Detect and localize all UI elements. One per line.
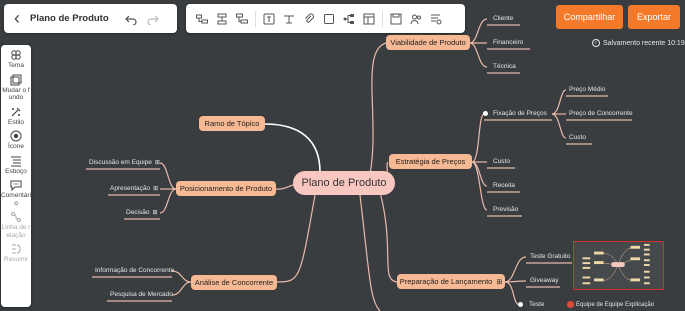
note-icon: ⊞ xyxy=(153,186,159,192)
sidebar-item-style[interactable]: Estilo xyxy=(1,106,31,127)
badge-icon xyxy=(567,301,574,308)
save-status-text: Salvamento recente 10:19 xyxy=(603,39,685,47)
sibling-icon[interactable] xyxy=(212,4,232,33)
sidebar-item-outline[interactable]: Esboço xyxy=(1,155,31,176)
save-status: ✓ Salvamento recente 10:19 xyxy=(592,39,685,47)
leaf-teste-gratuito[interactable]: Teste Gratuito xyxy=(530,253,570,260)
bullet-icon xyxy=(483,110,488,116)
leaf-label: Apresentação xyxy=(110,185,151,192)
topic-posicionamento[interactable]: Posicionamento de Produto xyxy=(176,181,276,196)
share-button[interactable]: Compartilhar xyxy=(556,5,623,29)
leaf-label: Fixação de Preços xyxy=(493,110,547,117)
toolbar-divider xyxy=(255,10,256,27)
overlap-label: Equipe de Equipe Explicação xyxy=(567,301,654,308)
leaf-apresentacao[interactable]: Apresentação ⊞ xyxy=(110,185,158,192)
leaf-teste[interactable]: Teste xyxy=(518,301,545,308)
leaf-informacao-concorrente[interactable]: Informação de Concorrente xyxy=(95,267,174,274)
formula-icon[interactable] xyxy=(259,4,279,33)
topic-viabilidade[interactable]: Viabilidade de Produto xyxy=(386,35,470,50)
minimap[interactable] xyxy=(573,241,664,290)
sidebar-item-icon[interactable]: Ícone xyxy=(1,130,31,151)
leaf-fixacao[interactable]: Fixação de Preços xyxy=(483,110,547,117)
export-button[interactable]: Exportar xyxy=(628,5,680,29)
sidebar-item-label: Estilo xyxy=(8,118,24,126)
sidebar-item-label: Comentário xyxy=(1,192,31,207)
sidebar-item-summarize[interactable]: Resumir xyxy=(1,243,31,264)
leaf-label: Teste xyxy=(529,301,545,308)
leaf-receita[interactable]: Receita xyxy=(493,182,515,189)
sidebar-item-relation-line[interactable]: Linha de relação xyxy=(1,211,31,239)
relation-line-icon xyxy=(11,212,21,222)
topic-ramo[interactable]: Ramo de Tópico xyxy=(199,116,265,131)
icon-icon xyxy=(10,130,22,142)
topic-preparacao[interactable]: Preparação de Lançamento ⊞ xyxy=(397,274,505,289)
leaf-decisao[interactable]: Decisão ⊞ xyxy=(126,209,158,216)
sidebar-item-background[interactable]: Mudar o fundo xyxy=(1,74,31,102)
document-title[interactable]: Plano de Produto xyxy=(30,13,120,24)
redo-icon[interactable] xyxy=(142,4,164,33)
sidebar-item-label: Resumir xyxy=(3,256,29,263)
central-topic[interactable]: Plano de Produto xyxy=(293,171,395,195)
leaf-previsao[interactable]: Previsão xyxy=(493,206,518,213)
sidebar-item-comment[interactable]: Comentário xyxy=(1,179,31,207)
toolbar xyxy=(186,4,465,33)
collaborate-icon[interactable] xyxy=(406,4,426,33)
note-icon: ⊞ xyxy=(496,278,503,286)
leaf-giveaway[interactable]: Giveaway xyxy=(530,277,559,284)
floating-topic-icon[interactable] xyxy=(232,4,252,33)
sidebar-item-theme[interactable]: Tema xyxy=(1,49,31,70)
sidebar-item-label: Esboço xyxy=(5,167,27,175)
sidebar-item-label: Tema xyxy=(8,62,24,69)
back-icon[interactable]: ‹ xyxy=(4,4,30,33)
outline-icon xyxy=(11,156,21,166)
leaf-discussao[interactable]: Discussão em Equipe ⊞ xyxy=(89,159,160,166)
leaf-label: Decisão xyxy=(126,209,150,216)
bullet-icon xyxy=(518,301,523,307)
leaf-custo[interactable]: Custo xyxy=(493,158,510,165)
save-icon[interactable] xyxy=(386,4,406,33)
note-icon: ⊞ xyxy=(154,160,160,166)
undo-icon[interactable] xyxy=(120,4,142,33)
leaf-pesquisa-mercado[interactable]: Pesquisa de Mercado xyxy=(110,291,173,298)
leaf-preco-concorrente[interactable]: Preço de Concorrente xyxy=(569,110,633,117)
sidebar-item-label: Ícone xyxy=(8,143,24,150)
sidebar-item-label: Mudar o fundo xyxy=(2,86,30,102)
leaf-preco-medio[interactable]: Preço Médio xyxy=(569,86,606,93)
summarize-icon xyxy=(12,244,21,254)
toolbar-divider xyxy=(382,10,383,27)
topic-analise[interactable]: Análise de Concorrente xyxy=(191,275,277,290)
comment-icon xyxy=(10,180,22,191)
topic-estrategia[interactable]: Estratégia de Preços xyxy=(389,154,472,169)
summary-icon[interactable] xyxy=(359,4,379,33)
sidebar: Tema Mudar o fundo Estilo Ícone Esboço C… xyxy=(1,45,31,307)
relationship-icon[interactable] xyxy=(279,4,299,33)
sidebar-item-label: Linha de relação xyxy=(1,224,31,239)
leaf-cliente[interactable]: Cliente xyxy=(493,15,513,22)
leaf-tecnica[interactable]: Técnica xyxy=(493,63,516,70)
check-icon: ✓ xyxy=(592,39,600,47)
title-bar: ‹ Plano de Produto xyxy=(4,4,177,33)
note-icon: ⊞ xyxy=(152,210,158,216)
attachment-icon[interactable] xyxy=(299,4,319,33)
background-icon xyxy=(10,74,22,85)
leaf-financeiro[interactable]: Financeiro xyxy=(493,39,523,46)
minimap-preview xyxy=(582,243,650,285)
style-icon xyxy=(11,107,21,116)
topic-label: Preparação de Lançamento xyxy=(399,277,493,286)
structure-icon[interactable] xyxy=(339,4,359,33)
boundary-icon[interactable] xyxy=(319,4,339,33)
overlap-label-text: Equipe de Equipe Explicação xyxy=(576,302,655,309)
subtopic-icon[interactable] xyxy=(192,4,212,33)
theme-icon xyxy=(11,50,21,60)
leaf-label: Discussão em Equipe xyxy=(89,159,152,166)
outline-icon[interactable] xyxy=(426,4,446,33)
leaf-custo-fixacao[interactable]: Custo xyxy=(569,134,586,141)
